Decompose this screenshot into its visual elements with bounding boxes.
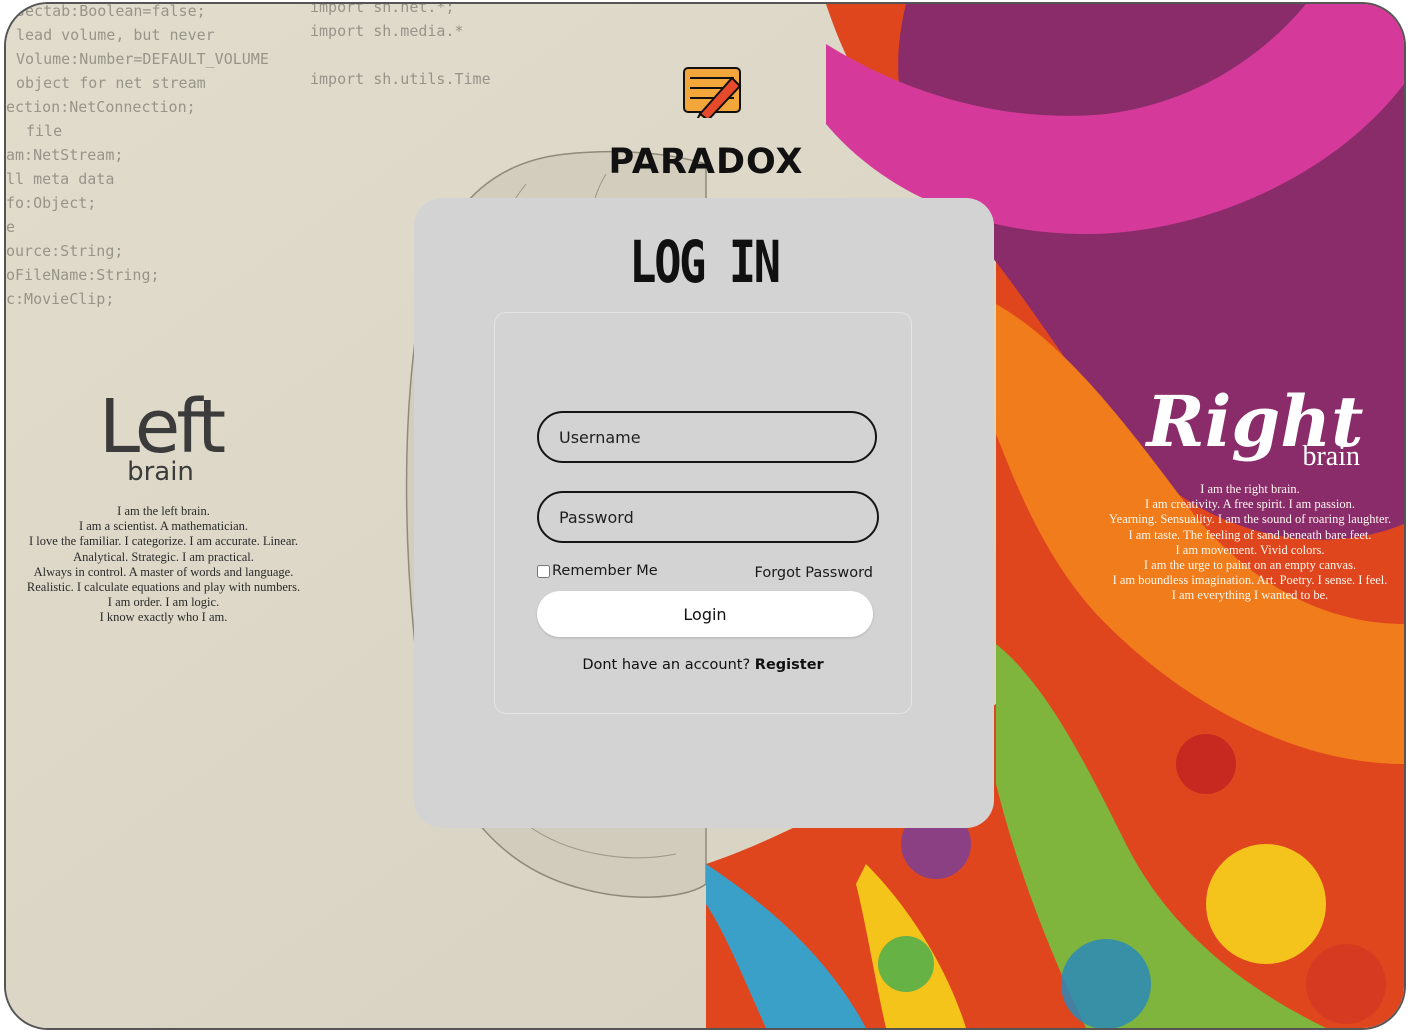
remember-me-checkbox[interactable] bbox=[537, 564, 550, 578]
code-line: e bbox=[6, 218, 15, 236]
code-line: oFileName:String; bbox=[6, 266, 160, 284]
right-brain-line: I am taste. The feeling of sand beneath … bbox=[1128, 527, 1372, 542]
pencil-notepad-icon bbox=[683, 67, 742, 118]
left-brain-line: I am a scientist. A mathematician. bbox=[78, 519, 249, 534]
left-brain-line: I am order. I am logic. bbox=[107, 595, 220, 610]
right-brain-line: I am the right brain. bbox=[1200, 482, 1300, 496]
login-card: LOG IN Remember Me Forgot Password Login… bbox=[414, 198, 994, 828]
right-brain-line: I am everything I wanted to be. bbox=[1171, 588, 1329, 603]
right-brain-caption: Right brain I am the right brain. I am c… bbox=[1094, 380, 1404, 604]
right-brain-line: Yearning. Sensuality. I am the sound of … bbox=[1108, 512, 1392, 527]
remember-me-label: Remember Me bbox=[552, 563, 658, 579]
left-brain-line: Always in control. A master of words and… bbox=[33, 564, 294, 579]
code-line: import sh.media.* bbox=[310, 22, 464, 40]
form-options-row: Remember Me Forgot Password bbox=[537, 563, 873, 583]
left-brain-subtitle: brain bbox=[127, 457, 194, 487]
right-brain-line: I am movement. Vivid colors. bbox=[1175, 542, 1325, 557]
login-form: Remember Me Forgot Password Login Dont h… bbox=[494, 312, 912, 714]
code-line: am:NetStream; bbox=[6, 146, 123, 164]
username-input[interactable] bbox=[537, 411, 877, 463]
right-brain-line: I am creativity. A free spirit. I am pas… bbox=[1145, 497, 1355, 512]
brand-name: PARADOX bbox=[608, 142, 804, 182]
remember-me[interactable]: Remember Me bbox=[537, 563, 658, 579]
register-link[interactable]: Register bbox=[755, 657, 824, 673]
right-brain-line: I am boundless imagination. Art. Poetry.… bbox=[1112, 573, 1388, 588]
login-button[interactable]: Login bbox=[537, 591, 873, 637]
code-line: Volume:Number=DEFAULT_VOLUME bbox=[16, 50, 269, 68]
forgot-password-link[interactable]: Forgot Password bbox=[755, 565, 874, 581]
code-line: file bbox=[26, 122, 62, 140]
left-brain-line: Realistic. I calculate equations and pla… bbox=[26, 580, 301, 595]
code-line: object for net stream bbox=[16, 74, 206, 92]
right-brain-line: I am the urge to paint on an empty canva… bbox=[1143, 558, 1357, 573]
left-brain-line: Analytical. Strategic. I am practical. bbox=[73, 549, 254, 564]
login-title: LOG IN bbox=[629, 228, 781, 296]
register-prompt-row: Dont have an account? Register bbox=[495, 657, 911, 673]
code-line: import sh.net.*; bbox=[310, 4, 455, 16]
register-prompt: Dont have an account? bbox=[582, 657, 751, 673]
left-brain-line: I am the left brain. bbox=[117, 504, 210, 518]
code-line: ection:NetConnection; bbox=[6, 98, 196, 116]
left-brain-title: Left bbox=[98, 384, 226, 470]
left-brain-line: I know exactly who I am. bbox=[99, 610, 228, 625]
code-line: ll meta data bbox=[6, 170, 114, 188]
code-line: fo:Object; bbox=[6, 194, 96, 212]
code-line: sectab:Boolean=false; bbox=[16, 4, 206, 20]
code-line: import sh.utils.Time bbox=[310, 70, 491, 88]
left-brain-caption: Left brain I am the left brain. I am a s… bbox=[6, 384, 321, 626]
code-line: lead volume, but never bbox=[16, 26, 215, 44]
password-input[interactable] bbox=[537, 491, 879, 543]
right-brain-text: I am the right brain. I am creativity. A… bbox=[1094, 482, 1404, 604]
left-brain-line: I love the familiar. I categorize. I am … bbox=[29, 534, 298, 549]
left-brain-text: I am the left brain. I am a scientist. A… bbox=[6, 504, 321, 626]
app-frame: sectab:Boolean=false; lead volume, but n… bbox=[4, 2, 1406, 1030]
right-brain-title: Right bbox=[1146, 380, 1364, 463]
code-line: c:MovieClip; bbox=[6, 290, 114, 308]
code-line: ource:String; bbox=[6, 242, 123, 260]
